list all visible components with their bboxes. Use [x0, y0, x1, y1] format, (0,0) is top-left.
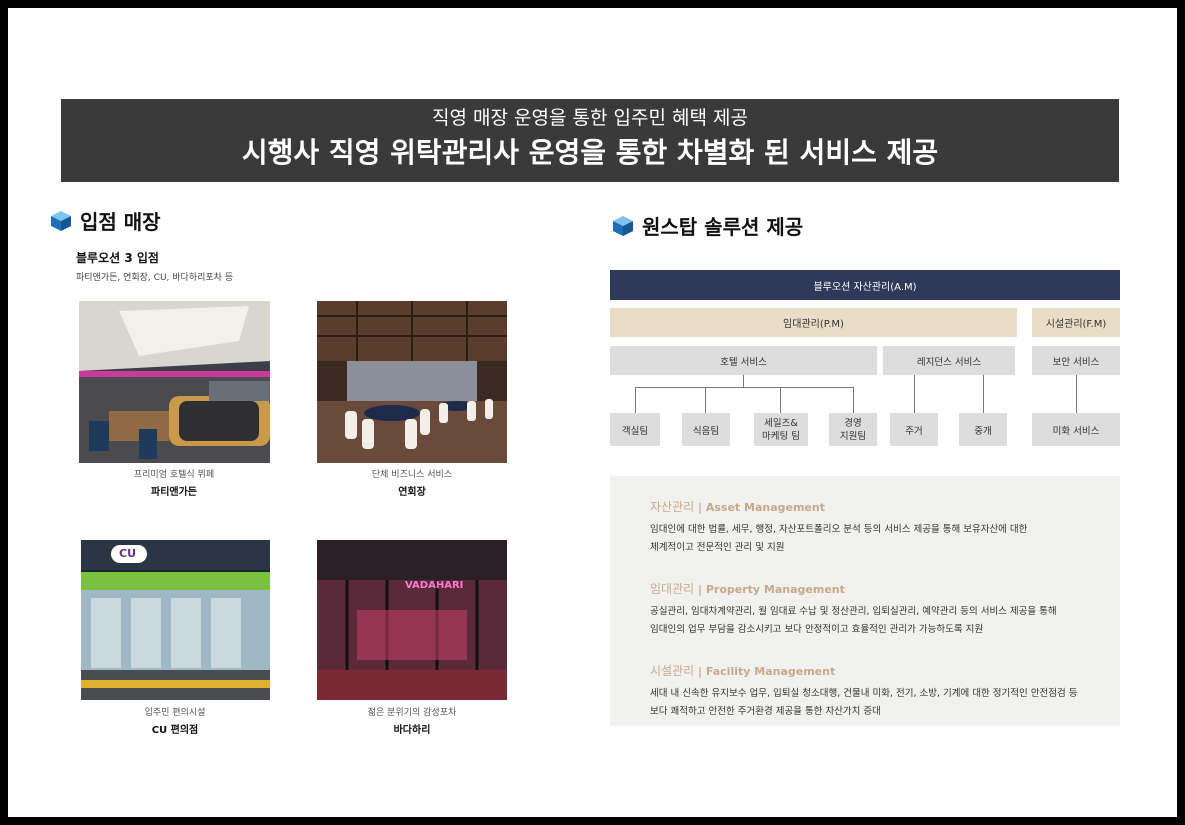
caption-name: 연회장: [398, 487, 426, 498]
management-panel: 자산관리 | Asset Management 임대인에 대한 법률, 세무, …: [610, 476, 1120, 726]
mgmt-line: 공실관리, 임대차계약관리, 월 임대료 수납 및 정산관리, 입퇴실관리, 예…: [650, 606, 1057, 617]
org-leaf-brokerage: 중개: [959, 413, 1007, 446]
mgmt-ko: 시설관리: [650, 664, 695, 678]
photo-pub: VADAHARI: [317, 540, 507, 700]
banner-title: 시행사 직영 위탁관리사 운영을 통한 차별화 된 서비스 제공: [241, 136, 939, 169]
cu-logo: CU: [119, 547, 137, 560]
section-title-text: 원스탑 솔루션 제공: [642, 215, 804, 239]
photo-caption: 입주민 편의시설 CU 편의점: [75, 705, 275, 736]
management-block-asset: 자산관리 | Asset Management 임대인에 대한 법률, 세무, …: [650, 498, 1027, 557]
org-leaf-fnb: 식음팀: [682, 413, 730, 446]
section-title-stores: 입점 매장: [50, 206, 161, 235]
org-chart: 블루오션 자산관리(A.M) 임대관리(P.M) 시설관리(F.M) 호텔 서비…: [610, 270, 1120, 456]
photo-caption: 단체 비즈니스 서비스 연회장: [312, 467, 512, 498]
store-description: 파티앤가든, 연회장, CU, 바다하리포차 등: [76, 273, 234, 283]
mgmt-line: 임대인에 대한 법률, 세무, 행정, 자산포트폴리오 분석 등의 서비스 제공…: [650, 524, 1028, 535]
org-residence-node: 레지던스 서비스: [883, 346, 1015, 375]
connector-line: [743, 375, 744, 387]
org-security-node: 보안 서비스: [1032, 346, 1120, 375]
caption-sub: 입주민 편의시설: [144, 708, 206, 718]
section-title-text: 입점 매장: [80, 210, 161, 234]
mgmt-line: 세대 내 신속한 유지보수 업무, 입퇴실 청소대행, 건물내 미화, 전기, …: [650, 688, 1078, 699]
connector-line: [635, 387, 853, 388]
org-facility-node: 시설관리(F.M): [1032, 308, 1120, 337]
connector-line: [983, 375, 984, 413]
cube-icon: [613, 215, 633, 236]
mgmt-line: 보다 쾌적하고 안전한 주거환경 제공을 통한 자산가치 증대: [650, 706, 881, 717]
org-leaf-housing: 주거: [890, 413, 938, 446]
mgmt-line: 임대인의 업무 부담을 감소시키고 보다 안정적이고 효율적인 관리가 가능하도…: [650, 624, 984, 635]
mgmt-sep: |: [698, 583, 703, 596]
store-heading-block: 블루오션 3 입점 파티앤가든, 연회장, CU, 바다하리포차 등: [76, 249, 233, 283]
connector-line: [853, 387, 854, 413]
mgmt-ko: 자산관리: [650, 500, 695, 514]
mgmt-en: Facility Management: [705, 665, 836, 678]
mgmt-sep: |: [698, 501, 703, 514]
mgmt-en: Property Management: [705, 583, 845, 596]
caption-sub: 젊은 분위기의 감성포차: [367, 708, 457, 718]
pub-neon-sign: VADAHARI: [405, 580, 464, 591]
connector-line: [705, 387, 706, 413]
caption-sub: 프리미엄 호텔식 뷔페: [133, 470, 215, 480]
section-title-solution: 원스탑 솔루션 제공: [612, 211, 803, 240]
header-banner: 직영 매장 운영을 통한 입주민 혜택 제공 시행사 직영 위탁관리사 운영을 …: [61, 99, 1119, 182]
banner-subtitle: 직영 매장 운영을 통한 입주민 혜택 제공: [432, 107, 748, 129]
org-leaf-sales: 세일즈& 마케팅 팀: [754, 413, 808, 446]
store-heading: 블루오션 3 입점: [76, 251, 159, 265]
mgmt-ko: 임대관리: [650, 582, 695, 596]
cube-icon: [51, 210, 71, 231]
org-leaf-cleaning: 미화 서비스: [1032, 413, 1120, 446]
org-leaf-admin: 경영 지원팀: [829, 413, 877, 446]
mgmt-en: Asset Management: [705, 501, 825, 514]
photo-caption: 프리미엄 호텔식 뷔페 파티앤가든: [74, 467, 274, 498]
photo-banquet: [317, 301, 507, 463]
photo-cu-store: CU: [81, 540, 270, 700]
management-block-facility: 시설관리 | Facility Management 세대 내 신속한 유지보수…: [650, 662, 1077, 721]
caption-name: CU 편의점: [151, 725, 199, 736]
connector-line: [1076, 375, 1077, 413]
connector-line: [914, 375, 915, 413]
caption-name: 파티앤가든: [151, 487, 197, 498]
org-lease-node: 임대관리(P.M): [610, 308, 1017, 337]
org-top-node: 블루오션 자산관리(A.M): [610, 270, 1120, 300]
caption-sub: 단체 비즈니스 서비스: [371, 470, 453, 480]
photo-caption: 젊은 분위기의 감성포차 바다하리: [312, 705, 512, 736]
connector-line: [635, 387, 636, 413]
org-leaf-room: 객실팀: [610, 413, 660, 446]
org-hotel-node: 호텔 서비스: [610, 346, 877, 375]
page: 직영 매장 운영을 통한 입주민 혜택 제공 시행사 직영 위탁관리사 운영을 …: [8, 8, 1177, 817]
caption-name: 바다하리: [393, 725, 431, 736]
mgmt-sep: |: [698, 665, 703, 678]
management-block-property: 임대관리 | Property Management 공실관리, 임대차계약관리…: [650, 580, 1057, 639]
mgmt-line: 체계적이고 전문적인 관리 및 지원: [650, 542, 785, 553]
photo-buffet: [79, 301, 270, 463]
connector-line: [780, 387, 781, 413]
